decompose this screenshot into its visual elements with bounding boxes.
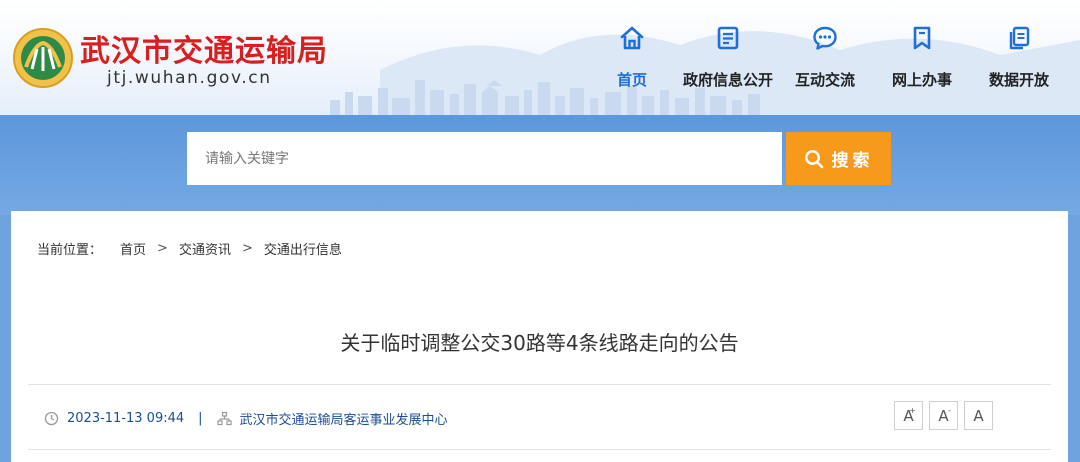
site-url: jtj.wuhan.gov.cn xyxy=(107,68,272,88)
meta-separator: | xyxy=(198,410,203,426)
nav-open-data-label: 数据开放 xyxy=(988,71,1049,89)
font-increase-button[interactable]: A + xyxy=(894,401,923,430)
publish-date: 2023-11-13 09:44 xyxy=(67,410,185,426)
nav-online-service-label: 网上办事 xyxy=(891,71,952,89)
site-header: 武汉市交通运输局 jtj.wuhan.gov.cn 首页 政府信息公开 互动交流 xyxy=(0,0,1080,115)
nav-gov-info[interactable]: 政府信息公开 xyxy=(680,25,776,95)
nav-interaction[interactable]: 互动交流 xyxy=(792,25,858,95)
organization-icon xyxy=(216,411,232,425)
chat-bubble-icon xyxy=(813,26,837,50)
clock-icon xyxy=(44,411,59,425)
nav-interaction-label: 互动交流 xyxy=(794,71,855,89)
nav-home[interactable]: 首页 xyxy=(612,25,652,95)
font-reset-button[interactable]: A xyxy=(964,401,993,430)
search-band: 搜索 xyxy=(0,115,1080,215)
home-icon xyxy=(620,26,644,50)
font-size-controls: A + A- A xyxy=(894,401,993,430)
divider xyxy=(28,384,1051,385)
site-name: 武汉市交通运输局 xyxy=(80,34,328,69)
search-button[interactable]: 搜索 xyxy=(786,132,891,185)
font-decrease-button[interactable]: A- xyxy=(929,401,958,430)
bureau-logo-emblem xyxy=(13,28,73,88)
breadcrumb-link-transport-news[interactable]: 交通资讯 xyxy=(179,239,231,258)
article-meta: 2023-11-13 09:44 | 武汉市交通运输局客运事业发展中心 xyxy=(44,407,448,429)
search-input[interactable] xyxy=(187,132,782,185)
breadcrumb: 当前位置： 首页 > 交通资讯 > 交通出行信息 xyxy=(37,239,342,258)
nav-open-data[interactable]: 数据开放 xyxy=(986,25,1052,95)
breadcrumb-separator: > xyxy=(241,241,253,256)
bookmark-icon xyxy=(913,26,931,50)
article-title: 关于临时调整公交30路等4条线路走向的公告 xyxy=(340,331,739,355)
data-copy-icon xyxy=(1009,26,1030,50)
breadcrumb-separator: > xyxy=(157,241,168,256)
nav-home-label: 首页 xyxy=(616,71,647,89)
article-card: 当前位置： 首页 > 交通资讯 > 交通出行信息 关于临时调整公交30路等4条线… xyxy=(11,211,1068,462)
search-icon xyxy=(804,149,823,168)
divider xyxy=(28,449,1051,450)
breadcrumb-link-travel-info[interactable]: 交通出行信息 xyxy=(264,239,342,258)
article-source: 武汉市交通运输局客运事业发展中心 xyxy=(239,412,448,428)
breadcrumb-prefix: 当前位置： xyxy=(37,243,103,258)
nav-gov-info-label: 政府信息公开 xyxy=(682,71,773,89)
search-button-label: 搜索 xyxy=(831,151,874,171)
breadcrumb-link-home[interactable]: 首页 xyxy=(120,239,146,258)
document-icon xyxy=(717,26,739,50)
nav-online-service[interactable]: 网上办事 xyxy=(889,25,955,95)
